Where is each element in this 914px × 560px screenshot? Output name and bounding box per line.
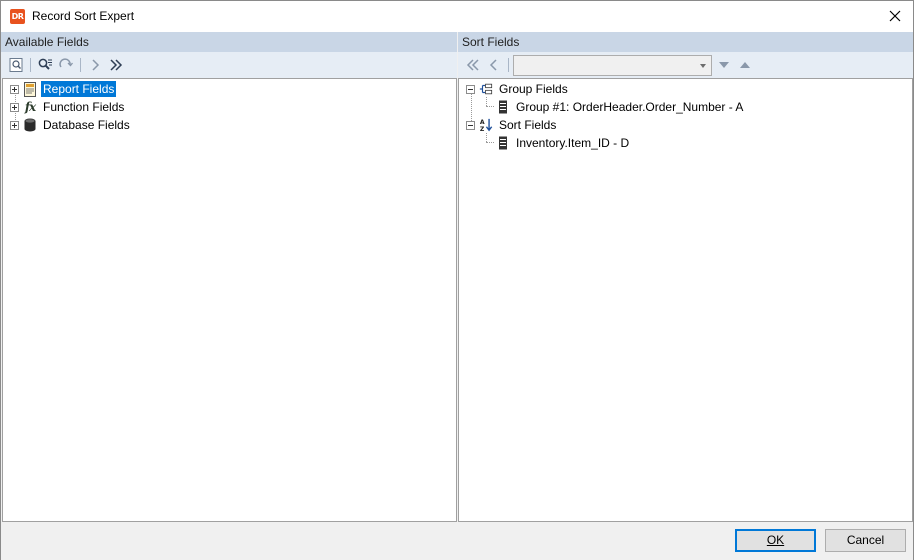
chevron-down-icon (700, 64, 706, 68)
tree-line (486, 133, 487, 142)
collapse-icon[interactable] (466, 84, 475, 94)
remove-all-icon (466, 59, 479, 71)
tree-node-label: Inventory.Item_ID - D (516, 136, 630, 150)
tree-node-function-fields[interactable]: fx Function Fields (10, 98, 126, 116)
expand-icon[interactable] (10, 84, 19, 94)
tree-line (486, 97, 487, 106)
sort-direction-dropdown[interactable] (513, 55, 712, 76)
move-down-icon (719, 62, 729, 68)
tree-node-sort-item[interactable]: Inventory.Item_ID - D (496, 134, 631, 152)
tree-node-label: Sort Fields (499, 118, 557, 132)
database-icon (23, 117, 37, 133)
sort-fields-header: Sort Fields (458, 32, 913, 52)
toolbar-separator (80, 58, 81, 72)
record-sort-expert-dialog: DR Record Sort Expert Available Fields S… (0, 0, 914, 560)
remove-icon (489, 59, 497, 71)
find-next-button[interactable] (57, 56, 75, 74)
find-icon (38, 58, 52, 70)
group-fields-icon (479, 81, 493, 97)
window-title: Record Sort Expert (32, 9, 135, 23)
toolbar-separator (508, 58, 509, 72)
tree-node-sort-fields[interactable]: A Z Sort Fields (466, 116, 558, 134)
cancel-button-label: Cancel (846, 533, 885, 547)
sort-fields-tree: Group Fields Group #1: OrderHeader.Order… (458, 78, 913, 522)
add-icon (92, 59, 100, 71)
field-icon (496, 99, 510, 115)
tree-line (486, 142, 494, 143)
expand-icon[interactable] (10, 120, 19, 130)
function-icon: fx (24, 100, 36, 114)
browse-button[interactable] (7, 56, 25, 74)
tree-node-label: Function Fields (43, 100, 125, 114)
tree-node-database-fields[interactable]: Database Fields (10, 116, 132, 134)
move-down-button[interactable] (715, 56, 733, 74)
move-up-button[interactable] (736, 56, 754, 74)
ok-button-label: OK (766, 533, 785, 547)
tree-node-group-fields[interactable]: Group Fields (466, 80, 570, 98)
tree-node-label: Database Fields (43, 118, 130, 132)
ok-button[interactable]: OK (735, 529, 816, 552)
add-all-fields-button[interactable] (107, 56, 125, 74)
available-fields-header: Available Fields (1, 32, 457, 52)
tree-node-label: Group #1: OrderHeader.Order_Number - A (516, 100, 744, 114)
report-icon (23, 81, 37, 97)
available-fields-tree: Report Fields fx Function Fields Databas… (2, 78, 457, 522)
tree-line (486, 106, 494, 107)
field-icon (496, 135, 510, 151)
collapse-icon[interactable] (466, 120, 475, 130)
sort-az-icon: A Z (479, 117, 493, 133)
add-field-button[interactable] (86, 56, 104, 74)
expand-icon[interactable] (10, 102, 19, 112)
remove-all-button[interactable] (464, 56, 482, 74)
app-logo-icon: DR (10, 9, 25, 24)
find-button[interactable] (36, 56, 54, 74)
find-next-icon (59, 58, 74, 68)
close-icon (889, 10, 901, 22)
tree-node-label: Report Fields (41, 81, 117, 97)
svg-text:Z: Z (480, 126, 485, 133)
remove-button[interactable] (485, 56, 503, 74)
available-fields-toolbar (1, 52, 457, 78)
toolbar-separator (30, 58, 31, 72)
browse-icon (9, 58, 23, 72)
title-bar: DR Record Sort Expert (1, 1, 913, 32)
cancel-button[interactable]: Cancel (825, 529, 906, 552)
add-all-icon (110, 59, 123, 71)
close-button[interactable] (883, 5, 907, 27)
tree-node-report-fields[interactable]: Report Fields (10, 80, 117, 98)
tree-node-label: Group Fields (499, 82, 568, 96)
svg-text:A: A (480, 119, 485, 126)
tree-node-group-item[interactable]: Group #1: OrderHeader.Order_Number - A (496, 98, 745, 116)
move-up-icon (740, 62, 750, 68)
